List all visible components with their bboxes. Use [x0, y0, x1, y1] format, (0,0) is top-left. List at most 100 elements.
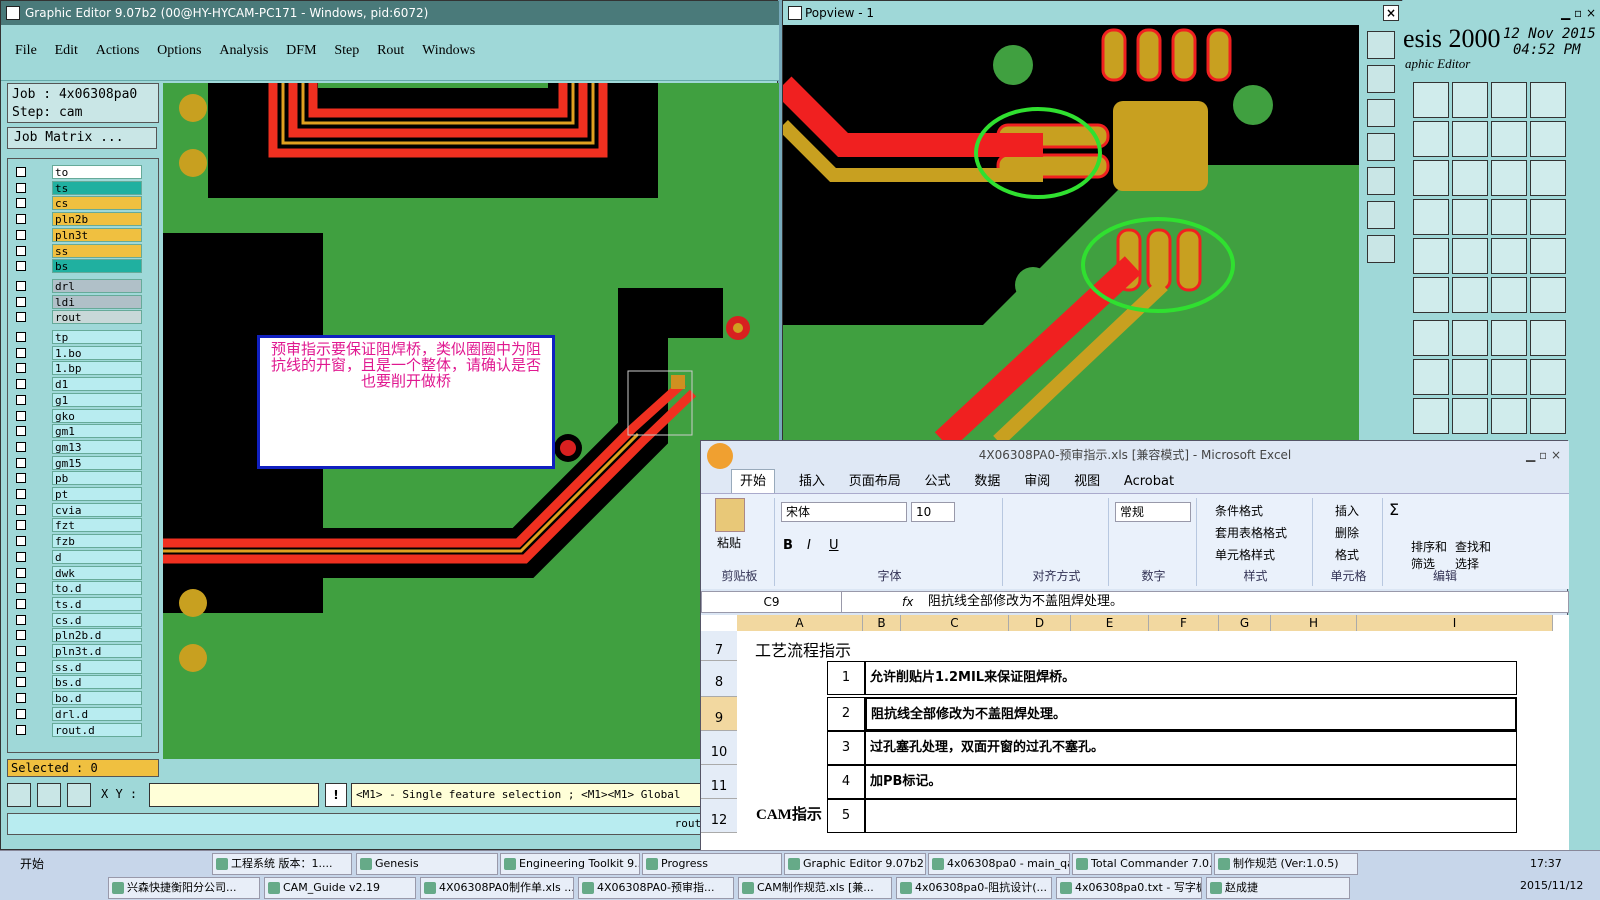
- layer-row[interactable]: cs: [14, 196, 154, 211]
- underline-icon[interactable]: U: [829, 538, 839, 553]
- insert-button[interactable]: 插入: [1335, 502, 1359, 519]
- layer-checkbox[interactable]: [16, 551, 26, 562]
- item-text[interactable]: 加PB标记。: [865, 765, 1517, 799]
- fx-icon[interactable]: fx: [902, 592, 913, 612]
- layer-row[interactable]: pb: [14, 471, 154, 486]
- layer-row[interactable]: pt: [14, 487, 154, 501]
- taskbar-item[interactable]: 4X06308PA0-预审指...: [578, 877, 734, 899]
- tool-center-icon[interactable]: [1367, 235, 1395, 263]
- item-number[interactable]: 3: [827, 731, 865, 765]
- layer-checkbox[interactable]: [16, 473, 26, 484]
- layer-checkbox[interactable]: [16, 677, 26, 688]
- layer-checkbox[interactable]: [16, 661, 26, 672]
- window-controls[interactable]: ▁ ▫ ×: [1561, 6, 1596, 20]
- layer-row[interactable]: drl: [14, 278, 154, 293]
- layer-checkbox[interactable]: [16, 296, 26, 307]
- col-header-c[interactable]: C: [901, 615, 1009, 631]
- start-button[interactable]: 开始: [2, 853, 50, 875]
- col-header-g[interactable]: G: [1219, 615, 1271, 631]
- item-text[interactable]: 允许削贴片1.2MIL来保证阻焊桥。: [865, 661, 1517, 695]
- alert-icon[interactable]: !: [325, 783, 347, 807]
- layer-row[interactable]: 1.bp: [14, 361, 154, 376]
- layer-checkbox[interactable]: [16, 363, 26, 374]
- tool-expand-icon[interactable]: [1367, 201, 1395, 229]
- snap-icon[interactable]: [1491, 199, 1527, 235]
- triangle-icon[interactable]: [1413, 398, 1449, 434]
- layer-row[interactable]: gm13: [14, 439, 154, 454]
- tool-left-icon[interactable]: [1367, 133, 1395, 161]
- layer-checkbox[interactable]: [16, 379, 26, 390]
- taskbar-item[interactable]: 4x06308pa0-阻抗设计(...: [896, 877, 1052, 899]
- apex-icon[interactable]: [1452, 398, 1488, 434]
- layer-checkbox[interactable]: [16, 347, 26, 358]
- item-number[interactable]: 5: [827, 799, 865, 833]
- taskbar-item[interactable]: CAM_Guide v2.19: [264, 877, 416, 899]
- ruler-icon[interactable]: [1413, 199, 1449, 235]
- move-icon[interactable]: [1413, 82, 1449, 118]
- taskbar-item[interactable]: Progress: [642, 853, 782, 875]
- layer-row[interactable]: dwk: [14, 565, 154, 580]
- popview-titlebar[interactable]: Popview - 1 ×: [783, 1, 1403, 25]
- layer-checkbox[interactable]: [16, 567, 26, 578]
- layer-row[interactable]: pln3t.d: [14, 644, 154, 658]
- layer-row[interactable]: drl.d: [14, 706, 154, 721]
- undo-icon[interactable]: [1491, 320, 1527, 356]
- close-icon[interactable]: ×: [1383, 5, 1399, 21]
- layer-checkbox[interactable]: [16, 536, 26, 547]
- layer-row[interactable]: 1.bo: [14, 345, 154, 360]
- taskbar-item[interactable]: 4X06308PA0制作单.xls ...: [420, 877, 574, 899]
- col-header-a[interactable]: A: [737, 615, 863, 631]
- taskbar-item[interactable]: CAM制作规范.xls [兼...: [738, 877, 892, 899]
- node-icon[interactable]: [1530, 277, 1566, 313]
- layer-row[interactable]: fzt: [14, 518, 154, 533]
- layer-checkbox[interactable]: [16, 646, 26, 656]
- layer-checkbox[interactable]: [16, 441, 26, 452]
- item-number[interactable]: 4: [827, 765, 865, 799]
- menu-options[interactable]: Options: [157, 43, 201, 59]
- format-button[interactable]: 格式: [1335, 546, 1359, 563]
- layer-row[interactable]: ss.d: [14, 659, 154, 674]
- col-header-d[interactable]: D: [1009, 615, 1071, 631]
- layer-row[interactable]: pln2b.d: [14, 628, 154, 643]
- layer-checkbox[interactable]: [16, 457, 26, 468]
- col-header-i[interactable]: I: [1357, 615, 1553, 631]
- layer-row[interactable]: bs.d: [14, 675, 154, 690]
- align-left-icon[interactable]: [1413, 121, 1449, 157]
- measure-icon[interactable]: [1530, 160, 1566, 196]
- layer-checkbox[interactable]: [16, 229, 26, 240]
- number-format-select[interactable]: 常规: [1115, 502, 1191, 522]
- taskbar-item[interactable]: 兴森快捷衡阳分公司...: [108, 877, 260, 899]
- square-icon[interactable]: [1452, 238, 1488, 274]
- layer-row[interactable]: gm1: [14, 424, 154, 439]
- dash-icon[interactable]: [1452, 359, 1488, 395]
- row-header-11[interactable]: 11: [701, 765, 737, 799]
- layer-checkbox[interactable]: [16, 332, 26, 342]
- paste-icon[interactable]: [715, 498, 745, 532]
- layer-row[interactable]: ts.d: [14, 596, 154, 611]
- layer-checkbox[interactable]: [16, 198, 26, 209]
- taskbar-item[interactable]: Graphic Editor 9.07b2....: [784, 853, 926, 875]
- tab-data[interactable]: 数据: [974, 470, 1000, 494]
- grid-icon[interactable]: [67, 783, 91, 807]
- menu-analysis[interactable]: Analysis: [219, 43, 268, 59]
- layer-checkbox[interactable]: [16, 583, 26, 594]
- taskbar-item[interactable]: 制作规范 (Ver:1.0.5): [1214, 853, 1358, 875]
- menu-step[interactable]: Step: [334, 43, 359, 59]
- layer-row[interactable]: bs: [14, 259, 154, 274]
- layer-row[interactable]: to: [14, 165, 154, 179]
- layer-checkbox[interactable]: [16, 504, 26, 515]
- layer-checkbox[interactable]: [16, 426, 26, 437]
- menu-rout[interactable]: Rout: [377, 43, 404, 59]
- copy-icon[interactable]: [1452, 82, 1488, 118]
- bold-icon[interactable]: B: [783, 538, 793, 553]
- font-size-select[interactable]: 10: [911, 502, 955, 522]
- layer-checkbox[interactable]: [16, 708, 26, 719]
- layer-row[interactable]: bo.d: [14, 691, 154, 706]
- layer-row[interactable]: ldi: [14, 294, 154, 309]
- measure-icon[interactable]: [37, 783, 61, 807]
- layer-checkbox[interactable]: [16, 598, 26, 609]
- item-number[interactable]: 2: [827, 697, 865, 731]
- tool-pan-icon[interactable]: [1367, 65, 1395, 93]
- office-button-icon[interactable]: [707, 443, 733, 469]
- layer-checkbox[interactable]: [16, 214, 26, 225]
